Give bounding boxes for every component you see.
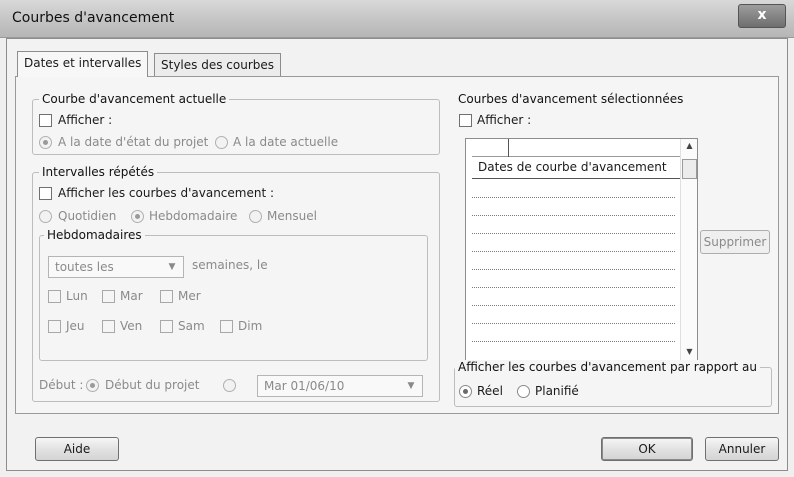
list-scrollbar[interactable]: ▲ ▼ [680,139,697,363]
progress-dates-list[interactable]: Dates de courbe d'avancement ▲ ▼ [465,138,698,364]
window-title: Courbes d'avancement [12,10,175,26]
radio-planned[interactable] [517,385,530,398]
radio-project-start[interactable] [86,379,99,392]
day-checkbox-mer[interactable] [160,290,173,303]
radio-project-start-label: Début du projet [105,378,200,392]
list-row[interactable] [472,197,675,198]
start-date-value: Mar 01/06/10 [264,379,345,393]
radio-daily[interactable] [39,210,52,223]
day-checkbox-lun[interactable] [48,290,61,303]
close-icon: x [757,7,767,23]
weekly-group: Hebdomadaires toutes les ▼ semaines, le … [39,228,428,361]
current-show-label: Afficher : [58,113,113,127]
day-checkbox-jeu[interactable] [48,320,61,333]
radio-status-date-label: A la date d'état du projet [58,135,209,149]
selected-lines-legend: Courbes d'avancement sélectionnées [455,92,687,106]
list-row[interactable] [472,269,675,270]
list-top-row [472,139,684,157]
relative-to-legend: Afficher les courbes d'avancement par ra… [455,360,760,374]
dialog-body: Dates et intervalles Styles des courbes … [6,38,788,471]
weeks-suffix-label: semaines, le [192,258,268,272]
every-weeks-value: toutes les [55,260,114,274]
selected-show-checkbox[interactable] [459,114,472,127]
day-checkbox-dim[interactable] [220,320,233,333]
start-date-select[interactable]: Mar 01/06/10 ▼ [257,375,423,397]
dialog-window: Courbes d'avancement x Dates et interval… [0,0,794,477]
day-label-jeu: Jeu [66,319,85,333]
scroll-down-icon[interactable]: ▼ [681,347,698,356]
day-label-mer: Mer [178,289,201,303]
current-show-checkbox[interactable] [39,114,52,127]
repeated-intervals-legend: Intervalles répétés [39,165,158,179]
scroll-thumb[interactable] [682,159,697,179]
day-checkbox-ven[interactable] [102,320,115,333]
radio-custom-start[interactable] [223,379,236,392]
relative-to-group: Afficher les courbes d'avancement par ra… [454,360,772,407]
list-column-divider [508,139,509,157]
repeated-show-checkbox[interactable] [39,187,52,200]
list-row[interactable] [472,251,675,252]
tab-curve-styles[interactable]: Styles des courbes [154,53,282,77]
radio-weekly[interactable] [131,210,144,223]
repeated-intervals-group: Intervalles répétés Afficher les courbes… [32,165,440,402]
title-bar[interactable]: Courbes d'avancement x [0,0,794,38]
chevron-down-icon: ▼ [407,381,415,391]
every-weeks-select[interactable]: toutes les ▼ [48,256,184,278]
day-label-dim: Dim [238,319,263,333]
list-row[interactable] [472,287,675,288]
day-label-lun: Lun [66,289,88,303]
list-row[interactable] [472,341,675,342]
radio-weekly-label: Hebdomadaire [149,209,238,223]
list-row[interactable] [472,215,675,216]
selected-show-label: Afficher : [477,113,532,127]
close-button[interactable]: x [738,4,786,28]
cancel-button[interactable]: Annuler [705,437,779,461]
radio-daily-label: Quotidien [58,209,117,223]
day-checkbox-sam[interactable] [160,320,173,333]
tab-panel: Courbe d'avancement actuelle Afficher : … [15,76,779,414]
radio-monthly[interactable] [249,210,262,223]
repeated-show-label: Afficher les courbes d'avancement : [58,186,275,200]
radio-status-date[interactable] [39,136,52,149]
chevron-down-icon: ▼ [168,262,176,272]
list-row[interactable] [472,323,675,324]
weekly-legend: Hebdomadaires [44,228,145,242]
day-label-sam: Sam [178,319,205,333]
current-progress-legend: Courbe d'avancement actuelle [39,92,230,106]
ok-button[interactable]: OK [601,437,693,461]
list-header: Dates de courbe d'avancement [472,157,684,179]
radio-current-date[interactable] [215,136,228,149]
day-label-ven: Ven [120,319,143,333]
radio-current-date-label: A la date actuelle [233,135,339,149]
start-label: Début : [39,378,84,392]
list-row[interactable] [472,233,675,234]
radio-actual[interactable] [459,385,472,398]
delete-button[interactable]: Supprimer [700,230,770,254]
tab-dates-intervals[interactable]: Dates et intervalles [17,51,149,77]
radio-actual-label: Réel [477,384,503,398]
day-checkbox-mar[interactable] [102,290,115,303]
current-progress-group: Courbe d'avancement actuelle Afficher : … [32,92,440,155]
help-button[interactable]: Aide [35,437,119,461]
radio-monthly-label: Mensuel [267,209,317,223]
day-label-mar: Mar [120,289,143,303]
list-row[interactable] [472,305,675,306]
scroll-up-icon[interactable]: ▲ [681,141,698,150]
radio-planned-label: Planifié [535,384,579,398]
